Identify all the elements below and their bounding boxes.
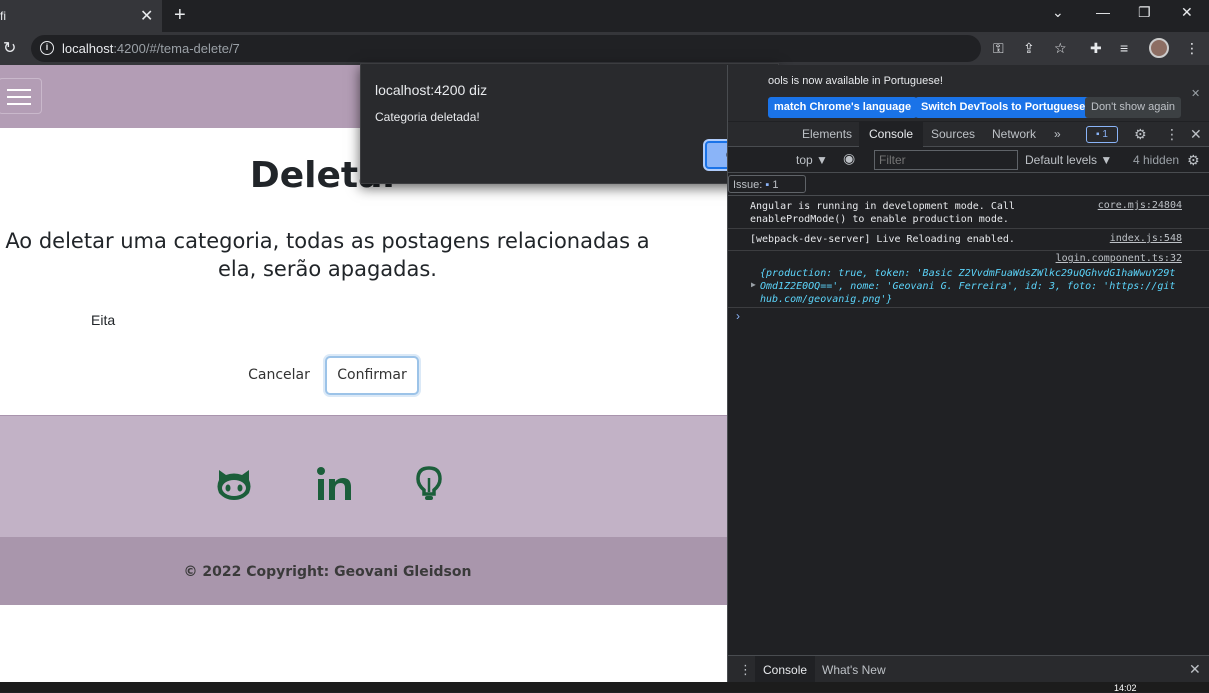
share-icon[interactable]: ⇪ xyxy=(1023,40,1035,57)
log-levels-select[interactable]: Default levels ▼ xyxy=(1025,153,1112,167)
log-text-1a: Angular is running in development mode. … xyxy=(750,201,1015,212)
drawer-tab-console[interactable]: Console xyxy=(755,656,816,684)
footer-copyright: © 2022 Copyright: Geovani Gleidson xyxy=(0,537,727,605)
minimize-icon[interactable]: — xyxy=(1096,4,1110,20)
issues-count: 1 xyxy=(772,179,779,191)
context-select[interactable]: top ▼ xyxy=(796,153,828,167)
extensions-icon[interactable]: ✚ xyxy=(1090,40,1102,57)
browser-tab[interactable]: fi ✕ xyxy=(0,0,162,32)
profile-avatar[interactable] xyxy=(1149,38,1169,58)
infobar-close-icon[interactable]: ✕ xyxy=(1191,87,1200,100)
browser-toolbar: ↻ i localhost:4200/#/tema-delete/7 ⚿ ⇪ ☆… xyxy=(0,32,1209,65)
alert-dialog: localhost:4200 diz Categoria deletada! O… xyxy=(360,63,779,184)
theme-description: Eita xyxy=(91,312,116,328)
tab-search-icon[interactable]: ⌄ xyxy=(1052,4,1064,21)
issues-button[interactable]: Issue: ▪ 1 xyxy=(728,175,806,193)
issues-badge[interactable]: ▪ 1 xyxy=(1086,126,1118,143)
devtools-panel: ools is now available in Portuguese! mat… xyxy=(727,65,1209,692)
drawer-menu-icon[interactable]: ⋮ xyxy=(739,662,752,678)
console-prompt-icon[interactable]: › xyxy=(736,309,740,323)
copyright-text: © 2022 Copyright: Geovani Gleidson xyxy=(183,564,472,580)
log-object-line-2[interactable]: Omd1Z2E0OQ==', nome: 'Geovani G. Ferreir… xyxy=(760,280,1175,293)
log-source-link[interactable]: core.mjs:24804 xyxy=(1098,200,1182,211)
tab-title: fi xyxy=(0,9,6,23)
expand-arrow-icon[interactable]: ▶ xyxy=(751,280,756,289)
issues-badge-count: 1 xyxy=(1102,129,1108,140)
url-text[interactable]: localhost:4200/#/tema-delete/7 xyxy=(62,41,240,56)
close-window-icon[interactable]: ✕ xyxy=(1181,4,1193,21)
devtools-close-icon[interactable]: ✕ xyxy=(1190,126,1202,143)
log-source-link[interactable]: index.js:548 xyxy=(1110,233,1182,244)
menu-kebab-icon[interactable]: ⋮ xyxy=(1185,40,1199,57)
url-path: :4200/#/tema-delete/7 xyxy=(113,41,240,56)
url-host: localhost xyxy=(62,41,114,56)
log-object-line-3[interactable]: hub.com/geovanig.png'} xyxy=(760,293,892,306)
tab-sources[interactable]: Sources xyxy=(921,122,985,147)
confirm-button[interactable]: Confirmar xyxy=(325,356,419,395)
log-object-line-1[interactable]: {production: true, token: 'Basic Z2VvdmF… xyxy=(760,267,1175,280)
settings-gear-icon[interactable]: ⚙ xyxy=(1134,126,1147,143)
new-tab-button[interactable]: + xyxy=(174,4,186,27)
reload-icon[interactable]: ↻ xyxy=(3,38,16,58)
issues-icon: ▪ xyxy=(765,179,770,191)
log-text-1b: enableProdMode() to enable production mo… xyxy=(750,214,1009,225)
linkedin-icon[interactable] xyxy=(316,466,354,502)
console-settings-icon[interactable]: ⚙ xyxy=(1187,152,1200,169)
console-object-message: login.component.ts:32 ▶ {production: tru… xyxy=(728,252,1209,308)
warning-line-2: ela, serão apagadas. xyxy=(218,257,437,281)
console-filter-bar: top ▼ ◉ Default levels ▼ 4 hidden ⚙ xyxy=(728,147,1209,173)
eye-icon[interactable]: ◉ xyxy=(843,150,855,167)
switch-language-button[interactable]: Switch DevTools to Portuguese xyxy=(915,97,1092,118)
browser-tab-bar: fi ✕ + ⌄ — ❐ ✕ xyxy=(0,0,1209,32)
infobar-text: ools is now available in Portuguese! xyxy=(768,75,943,87)
restore-icon[interactable]: ❐ xyxy=(1138,4,1151,21)
dont-show-again-button[interactable]: Don't show again xyxy=(1085,97,1182,118)
filter-input[interactable] xyxy=(874,150,1018,170)
dialog-message: Categoria deletada! xyxy=(375,110,480,124)
warning-line-1: Ao deletar uma categoria, todas as posta… xyxy=(5,229,650,253)
more-tabs-icon[interactable]: » xyxy=(1044,122,1071,147)
language-infobar: ools is now available in Portuguese! mat… xyxy=(728,65,1209,121)
tab-console[interactable]: Console xyxy=(859,122,924,147)
dialog-title: localhost:4200 diz xyxy=(375,82,488,98)
hamburger-menu-icon[interactable] xyxy=(0,78,42,114)
console-message: [webpack-dev-server] Live Reloading enab… xyxy=(728,230,1209,251)
cancel-button[interactable]: Cancelar xyxy=(244,356,314,394)
devtools-drawer: ⋮ Console What's New ✕ xyxy=(728,655,1209,684)
issues-label: Issue: xyxy=(733,179,763,191)
match-language-button[interactable]: match Chrome's language xyxy=(768,97,918,118)
drawer-close-icon[interactable]: ✕ xyxy=(1189,661,1201,678)
footer-social xyxy=(0,415,727,537)
address-bar[interactable]: i localhost:4200/#/tema-delete/7 xyxy=(31,35,981,62)
drawer-tab-whats-new[interactable]: What's New xyxy=(814,656,894,684)
lightbulb-icon[interactable] xyxy=(416,466,442,502)
os-taskbar: 14:02 xyxy=(0,682,1209,693)
media-icon[interactable]: ≡ xyxy=(1120,40,1128,56)
tab-elements[interactable]: Elements xyxy=(792,122,862,147)
site-info-icon[interactable]: i xyxy=(40,41,54,55)
devtools-tabs: Elements Console Sources Network » ▪ 1 ⚙… xyxy=(728,122,1209,147)
tab-network[interactable]: Network xyxy=(982,122,1046,147)
devtools-menu-icon[interactable]: ⋮ xyxy=(1165,126,1179,143)
key-icon[interactable]: ⚿ xyxy=(993,40,1004,57)
delete-warning: Ao deletar uma categoria, todas as posta… xyxy=(0,227,655,283)
log-text-2: [webpack-dev-server] Live Reloading enab… xyxy=(750,234,1015,245)
github-icon[interactable] xyxy=(215,466,253,502)
issues-row: Issue: ▪ 1 xyxy=(728,174,1209,196)
tab-close-icon[interactable]: ✕ xyxy=(140,6,153,26)
hidden-count: 4 hidden xyxy=(1133,153,1180,167)
console-message: Angular is running in development mode. … xyxy=(728,197,1209,229)
log-source-link[interactable]: login.component.ts:32 xyxy=(1056,253,1182,264)
bookmark-star-icon[interactable]: ☆ xyxy=(1054,40,1067,57)
